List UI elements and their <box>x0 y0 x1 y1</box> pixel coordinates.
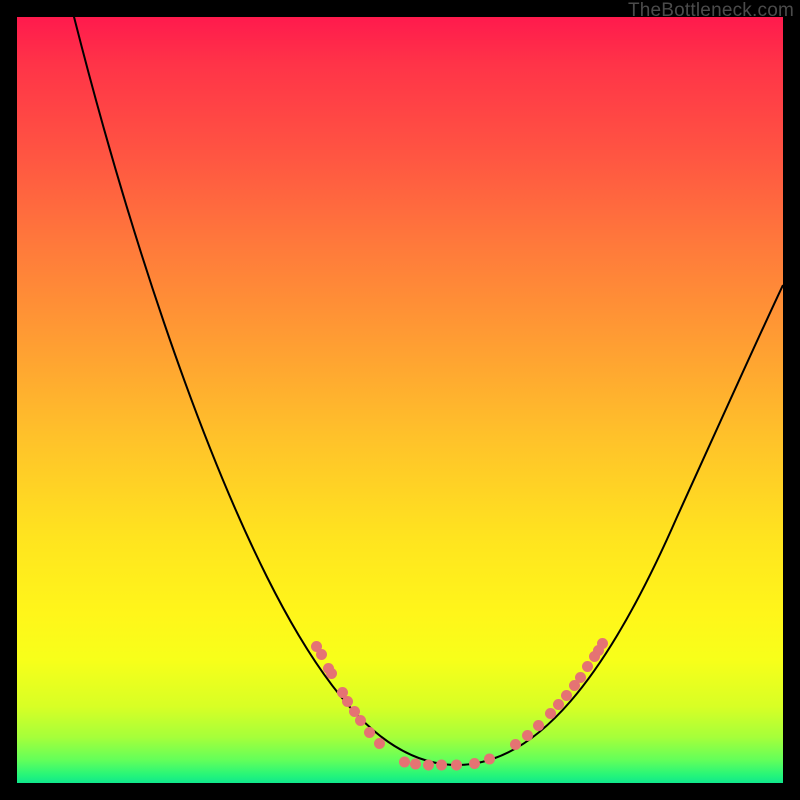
curve-marker <box>533 720 544 731</box>
curve-marker <box>436 760 447 771</box>
curve-marker <box>316 649 327 660</box>
curve-marker <box>561 690 572 701</box>
bottleneck-curve <box>72 17 783 765</box>
curve-marker <box>364 727 375 738</box>
curve-marker <box>597 638 608 649</box>
curve-marker <box>522 730 533 741</box>
curve-marker <box>469 758 480 769</box>
curve-marker <box>355 715 366 726</box>
curve-marker <box>374 738 385 749</box>
curve-marker <box>342 696 353 707</box>
curve-marker <box>553 699 564 710</box>
curve-marker <box>510 739 521 750</box>
chart-frame: TheBottleneck.com <box>0 0 800 800</box>
curve-marker <box>410 759 421 770</box>
curve-marker <box>582 661 593 672</box>
curve-marker <box>545 708 556 719</box>
curve-marker <box>484 754 495 765</box>
curve-markers-group <box>311 638 608 771</box>
plot-area <box>17 17 783 783</box>
curve-marker <box>349 706 360 717</box>
curve-marker <box>326 668 337 679</box>
bottleneck-curve-svg <box>17 17 783 783</box>
curve-marker <box>575 672 586 683</box>
curve-marker <box>451 760 462 771</box>
curve-marker <box>399 757 410 768</box>
curve-marker <box>423 760 434 771</box>
